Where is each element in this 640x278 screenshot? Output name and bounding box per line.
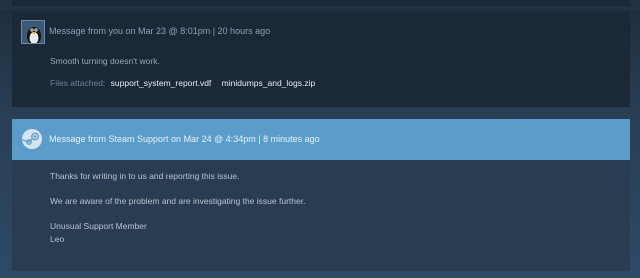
previous-message-edge [0, 0, 640, 10]
attachment-link-system-report[interactable]: support_system_report.vdf [111, 78, 212, 88]
support-signature-name: Leo [50, 234, 65, 244]
support-line-1: Thanks for writing in to us and reportin… [50, 171, 240, 181]
attachments-label: Files attached: [50, 78, 106, 88]
support-message-meta: Message from Steam Support on Mar 24 @ 4… [49, 134, 320, 144]
support-ticket-page: Message from you on Mar 23 @ 8:01pm | 20… [0, 0, 640, 278]
user-message-header: Message from you on Mar 23 @ 8:01pm | 20… [12, 20, 630, 46]
support-signature-title: Unusual Support Member [50, 221, 147, 231]
support-line-2: We are aware of the problem and are inve… [50, 196, 306, 206]
steam-logo-icon [22, 129, 42, 149]
user-message: Message from you on Mar 23 @ 8:01pm | 20… [12, 12, 630, 107]
attachments-row: Files attached: support_system_report.vd… [50, 78, 315, 88]
attachment-link-minidumps[interactable]: minidumps_and_logs.zip [222, 78, 316, 88]
user-message-meta: Message from you on Mar 23 @ 8:01pm | 20… [49, 26, 271, 36]
penguin-avatar-icon[interactable] [21, 20, 45, 44]
support-message: Message from Steam Support on Mar 24 @ 4… [12, 119, 630, 271]
user-message-text: Smooth turning doesn't work. [50, 56, 160, 66]
support-message-header: Message from Steam Support on Mar 24 @ 4… [12, 119, 630, 160]
